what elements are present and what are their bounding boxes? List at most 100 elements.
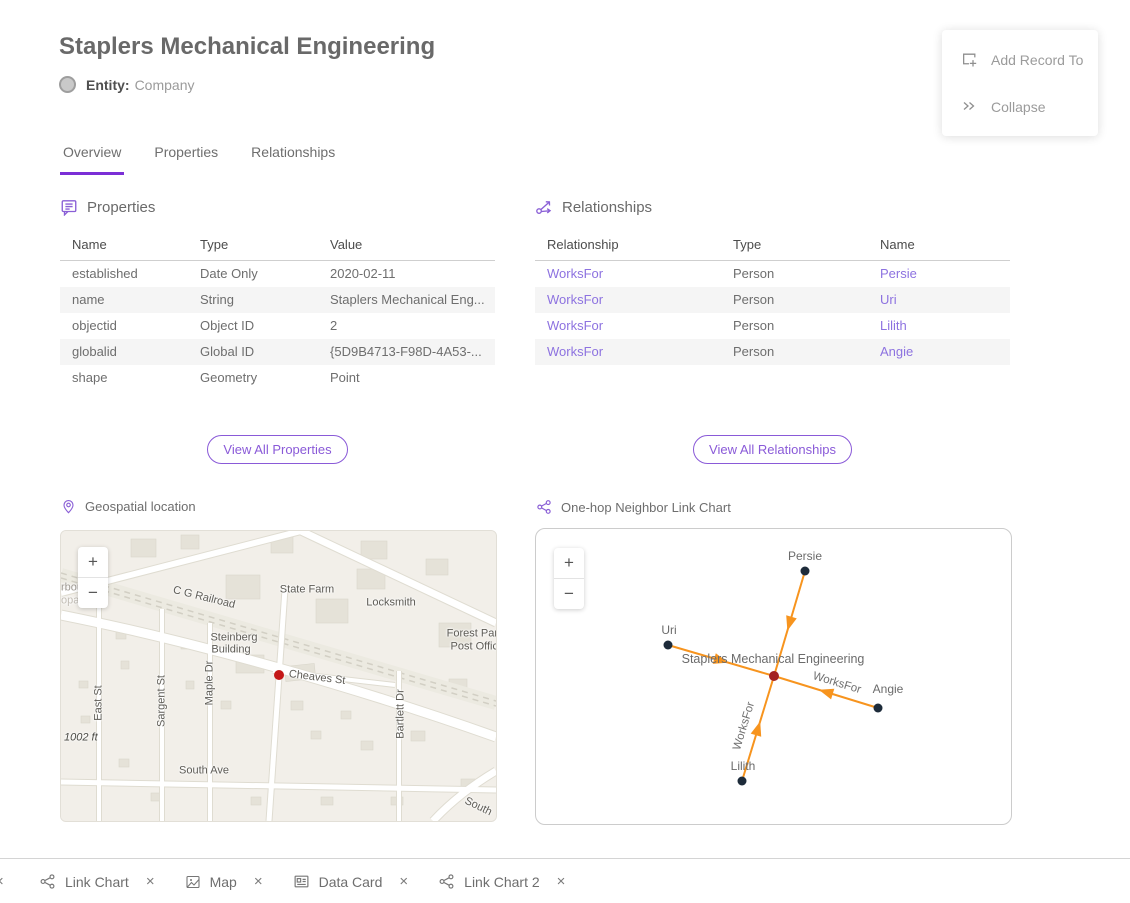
graph-node-angie[interactable] [874,704,883,713]
relationship-link[interactable]: WorksFor [535,313,721,339]
tab-close-icon[interactable]: × [557,873,566,890]
property-cell: objectid [60,313,188,339]
view-tab-data-card[interactable]: Data Card × [293,873,409,890]
view-tab-label: Map [210,874,237,890]
property-cell: Global ID [188,339,318,365]
related-entity-link[interactable]: Uri [868,287,1010,313]
column-header: Type [188,230,318,260]
map-label: Post Offic [451,642,497,653]
map-entity-marker[interactable] [274,670,284,680]
column-header: Type [721,230,868,260]
properties-section: Properties NameTypeValue establishedDate… [60,198,495,391]
properties-table: NameTypeValue establishedDate Only2020-0… [60,230,495,391]
graph-node-label: Uri [661,623,676,637]
graph-node-lilith[interactable] [738,777,747,786]
relationship-link[interactable]: WorksFor [535,287,721,313]
relationship-link[interactable]: WorksFor [535,261,721,287]
relationship-type: Person [721,313,868,339]
geospatial-map[interactable]: rbouropaedicsC G RailroadState FarmLocks… [60,530,497,822]
map-label: Maple Dr [205,661,216,706]
edge-arrowhead-icon [786,615,797,630]
edge-arrowhead-icon [751,721,762,736]
collapse-icon [961,98,978,115]
properties-header: Properties [60,198,495,216]
related-entity-link[interactable]: Lilith [868,313,1010,339]
properties-icon [60,198,78,216]
related-entity-link[interactable]: Angie [868,339,1010,365]
tab-overview[interactable]: Overview [60,144,124,175]
property-cell: {5D9B4713-F98D-4A53-... [318,339,495,365]
map-label: Forest Par [447,629,497,640]
map-pin-icon [61,499,76,514]
property-cell: Object ID [188,313,318,339]
map-zoom-out-button[interactable]: − [78,578,108,608]
chart-zoom-control: + − [554,548,584,609]
column-header: Value [318,230,495,260]
property-cell: shape [60,365,188,391]
edge-label: WorksFor [811,670,862,696]
menu-item-add-record-to[interactable]: Add Record To [942,36,1098,83]
table-row: WorksForPersonAngie [535,339,1010,365]
entity-label: Entity: [86,77,130,93]
graph-node-label: Angie [873,682,904,696]
map-label: State Farm [280,585,334,596]
one-hop-link-chart[interactable]: WorksForWorksForPersieUriAngieLilithStap… [535,528,1012,825]
table-row: nameStringStaplers Mechanical Eng... [60,287,495,313]
table-row: globalidGlobal ID{5D9B4713-F98D-4A53-... [60,339,495,365]
tab-close-icon[interactable]: × [254,873,263,890]
map-canvas [61,531,496,821]
entity-row: Entity: Company [59,76,194,93]
view-tab-label: Data Card [319,874,383,890]
map-label: Building [211,645,250,656]
geospatial-header: Geospatial location [61,499,196,514]
graph-node-persie[interactable] [801,567,810,576]
view-tab-map[interactable]: Map × [185,873,263,890]
column-header: Name [60,230,188,260]
property-cell: String [188,287,318,313]
tab-properties[interactable]: Properties [151,144,221,175]
relationship-type: Person [721,339,868,365]
menu-item-label: Collapse [991,99,1045,115]
map-zoom-in-button[interactable]: + [78,547,108,578]
relationship-type: Person [721,287,868,313]
view-tab-link-chart-2[interactable]: Link Chart 2 × [438,873,565,890]
property-cell: Staplers Mechanical Eng... [318,287,495,313]
menu-item-collapse[interactable]: Collapse [942,83,1098,130]
table-row: WorksForPersonUri [535,287,1010,313]
properties-title: Properties [87,199,155,216]
map-label: 1002 ft [64,733,98,744]
relationships-header: Relationships [535,198,1010,216]
graph-node-uri[interactable] [664,641,673,650]
view-tab-label: Link Chart 2 [464,874,539,890]
view-tabs-bar: × Link Chart × Map × Data Card × Link Chart 2 × [0,858,1130,903]
tab-close-icon[interactable]: × [399,873,408,890]
entity-value: Company [135,77,195,93]
graph-center-node[interactable] [769,671,779,681]
view-tab-label: Link Chart [65,874,129,890]
link-chart-header: One-hop Neighbor Link Chart [536,499,731,515]
property-cell: established [60,261,188,287]
relationship-link[interactable]: WorksFor [535,339,721,365]
tab-close-icon[interactable]: × [146,873,155,890]
data-card-page: Staplers Mechanical Engineering Entity: … [0,0,1130,903]
map-icon [185,874,201,890]
related-entity-link[interactable]: Persie [868,261,1010,287]
relationships-table-header: RelationshipTypeName [535,230,1010,261]
graph-node-label: Lilith [731,759,756,773]
chart-zoom-in-button[interactable]: + [554,548,584,579]
tab-relationships[interactable]: Relationships [248,144,338,175]
page-title: Staplers Mechanical Engineering [59,33,435,61]
property-cell: 2 [318,313,495,339]
view-all-relationships-button[interactable]: View All Relationships [693,435,852,464]
link-chart-icon [39,873,56,890]
view-tab-link-chart[interactable]: Link Chart × [39,873,155,890]
entity-symbol-icon [59,76,76,93]
view-all-properties-button[interactable]: View All Properties [207,435,347,464]
link-chart-canvas: WorksForWorksForPersieUriAngieLilithStap… [536,529,1011,824]
table-row: shapeGeometryPoint [60,365,495,391]
property-cell: Geometry [188,365,318,391]
map-label: Sargent St [157,675,168,727]
chart-zoom-out-button[interactable]: − [554,579,584,609]
relationships-icon [535,198,553,216]
partial-tab-close-icon[interactable]: × [0,873,9,890]
